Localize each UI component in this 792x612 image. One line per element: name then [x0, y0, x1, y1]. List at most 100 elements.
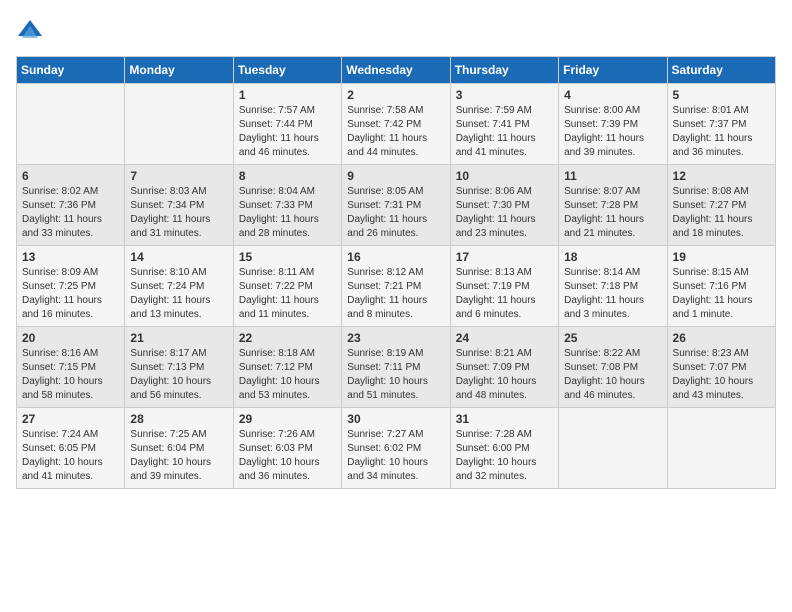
- day-number: 27: [22, 412, 119, 426]
- calendar-cell: 24 Sunrise: 8:21 AM Sunset: 7:09 PM Dayli…: [450, 327, 558, 408]
- day-number: 9: [347, 169, 444, 183]
- day-number: 7: [130, 169, 227, 183]
- day-number: 20: [22, 331, 119, 345]
- day-number: 10: [456, 169, 553, 183]
- day-info: Sunrise: 8:07 AM Sunset: 7:28 PM Dayligh…: [564, 185, 661, 241]
- day-info: Sunrise: 7:24 AM Sunset: 6:05 PM Dayligh…: [22, 428, 119, 484]
- calendar-cell: 30Sunrise: 7:27 AM Sunset: 6:02 PM Dayli…: [342, 408, 450, 489]
- calendar-cell: 6 Sunrise: 8:02 AM Sunset: 7:36 PM Daylig…: [17, 165, 125, 246]
- logo-icon: [16, 16, 44, 44]
- day-info: Sunrise: 8:18 AM Sunset: 7:12 PM Dayligh…: [239, 347, 336, 403]
- day-info: Sunrise: 8:00 AM Sunset: 7:39 PM Dayligh…: [564, 104, 661, 160]
- day-number: 19: [673, 250, 770, 264]
- day-number: 24: [456, 331, 553, 345]
- day-number: 2: [347, 88, 444, 102]
- day-number: 16: [347, 250, 444, 264]
- day-info: Sunrise: 8:05 AM Sunset: 7:31 PM Dayligh…: [347, 185, 444, 241]
- calendar-cell: 10 Sunrise: 8:06 AM Sunset: 7:30 PM Dayli…: [450, 165, 558, 246]
- day-number: 11: [564, 169, 661, 183]
- calendar-cell: 11 Sunrise: 8:07 AM Sunset: 7:28 PM Dayli…: [559, 165, 667, 246]
- calendar-cell: [559, 408, 667, 489]
- day-number: 29: [239, 412, 336, 426]
- day-info: Sunrise: 8:13 AM Sunset: 7:19 PM Dayligh…: [456, 266, 553, 322]
- calendar-cell: 12 Sunrise: 8:08 AM Sunset: 7:27 PM Dayli…: [667, 165, 775, 246]
- day-number: 13: [22, 250, 119, 264]
- calendar-day-header: Friday: [559, 57, 667, 84]
- day-number: 1: [239, 88, 336, 102]
- day-info: Sunrise: 8:22 AM Sunset: 7:08 PM Dayligh…: [564, 347, 661, 403]
- day-number: 8: [239, 169, 336, 183]
- day-number: 6: [22, 169, 119, 183]
- calendar-cell: 18 Sunrise: 8:14 AM Sunset: 7:18 PM Dayli…: [559, 246, 667, 327]
- day-info: Sunrise: 8:08 AM Sunset: 7:27 PM Dayligh…: [673, 185, 770, 241]
- calendar-cell: 4 Sunrise: 8:00 AM Sunset: 7:39 PM Daylig…: [559, 84, 667, 165]
- day-info: Sunrise: 8:21 AM Sunset: 7:09 PM Dayligh…: [456, 347, 553, 403]
- day-number: 14: [130, 250, 227, 264]
- calendar-cell: 7Sunrise: 8:03 AM Sunset: 7:34 PM Daylig…: [125, 165, 233, 246]
- calendar-cell: 13 Sunrise: 8:09 AM Sunset: 7:25 PM Dayli…: [17, 246, 125, 327]
- day-info: Sunrise: 8:06 AM Sunset: 7:30 PM Dayligh…: [456, 185, 553, 241]
- calendar-cell: [125, 84, 233, 165]
- day-info: Sunrise: 8:01 AM Sunset: 7:37 PM Dayligh…: [673, 104, 770, 160]
- calendar-cell: 9 Sunrise: 8:05 AM Sunset: 7:31 PM Daylig…: [342, 165, 450, 246]
- day-number: 31: [456, 412, 553, 426]
- calendar-cell: 26 Sunrise: 8:23 AM Sunset: 7:07 PM Dayli…: [667, 327, 775, 408]
- calendar-cell: 17 Sunrise: 8:13 AM Sunset: 7:19 PM Dayli…: [450, 246, 558, 327]
- calendar-cell: 27 Sunrise: 7:24 AM Sunset: 6:05 PM Dayli…: [17, 408, 125, 489]
- day-number: 15: [239, 250, 336, 264]
- calendar-day-header: Saturday: [667, 57, 775, 84]
- day-number: 28: [130, 412, 227, 426]
- calendar-cell: 23Sunrise: 8:19 AM Sunset: 7:11 PM Dayli…: [342, 327, 450, 408]
- day-info: Sunrise: 8:10 AM Sunset: 7:24 PM Dayligh…: [130, 266, 227, 322]
- day-info: Sunrise: 8:11 AM Sunset: 7:22 PM Dayligh…: [239, 266, 336, 322]
- day-number: 22: [239, 331, 336, 345]
- day-info: Sunrise: 8:15 AM Sunset: 7:16 PM Dayligh…: [673, 266, 770, 322]
- calendar-cell: 22 Sunrise: 8:18 AM Sunset: 7:12 PM Dayli…: [233, 327, 341, 408]
- day-number: 23: [347, 331, 444, 345]
- page-header: [16, 16, 776, 44]
- day-number: 26: [673, 331, 770, 345]
- day-number: 21: [130, 331, 227, 345]
- day-info: Sunrise: 8:23 AM Sunset: 7:07 PM Dayligh…: [673, 347, 770, 403]
- day-info: Sunrise: 8:09 AM Sunset: 7:25 PM Dayligh…: [22, 266, 119, 322]
- day-info: Sunrise: 8:02 AM Sunset: 7:36 PM Dayligh…: [22, 185, 119, 241]
- day-number: 17: [456, 250, 553, 264]
- calendar-cell: 8 Sunrise: 8:04 AM Sunset: 7:33 PM Daylig…: [233, 165, 341, 246]
- calendar-week-row: 13 Sunrise: 8:09 AM Sunset: 7:25 PM Dayli…: [17, 246, 776, 327]
- day-info: Sunrise: 8:17 AM Sunset: 7:13 PM Dayligh…: [130, 347, 227, 403]
- calendar-day-header: Sunday: [17, 57, 125, 84]
- calendar-cell: 29 Sunrise: 7:26 AM Sunset: 6:03 PM Dayli…: [233, 408, 341, 489]
- calendar-cell: [17, 84, 125, 165]
- day-info: Sunrise: 7:26 AM Sunset: 6:03 PM Dayligh…: [239, 428, 336, 484]
- calendar-cell: 19 Sunrise: 8:15 AM Sunset: 7:16 PM Dayli…: [667, 246, 775, 327]
- calendar-cell: 21 Sunrise: 8:17 AM Sunset: 7:13 PM Dayli…: [125, 327, 233, 408]
- day-number: 18: [564, 250, 661, 264]
- day-info: Sunrise: 7:58 AM Sunset: 7:42 PM Dayligh…: [347, 104, 444, 160]
- calendar-cell: 2 Sunrise: 7:58 AM Sunset: 7:42 PM Daylig…: [342, 84, 450, 165]
- calendar-week-row: 1 Sunrise: 7:57 AM Sunset: 7:44 PM Daylig…: [17, 84, 776, 165]
- calendar-cell: 3Sunrise: 7:59 AM Sunset: 7:41 PM Daylig…: [450, 84, 558, 165]
- calendar-week-row: 27 Sunrise: 7:24 AM Sunset: 6:05 PM Dayli…: [17, 408, 776, 489]
- calendar-cell: 20 Sunrise: 8:16 AM Sunset: 7:15 PM Dayli…: [17, 327, 125, 408]
- day-info: Sunrise: 8:16 AM Sunset: 7:15 PM Dayligh…: [22, 347, 119, 403]
- day-info: Sunrise: 8:14 AM Sunset: 7:18 PM Dayligh…: [564, 266, 661, 322]
- calendar-cell: 15 Sunrise: 8:11 AM Sunset: 7:22 PM Dayli…: [233, 246, 341, 327]
- day-info: Sunrise: 7:27 AM Sunset: 6:02 PM Dayligh…: [347, 428, 444, 484]
- calendar-cell: 1 Sunrise: 7:57 AM Sunset: 7:44 PM Daylig…: [233, 84, 341, 165]
- calendar-day-header: Tuesday: [233, 57, 341, 84]
- calendar-day-header: Wednesday: [342, 57, 450, 84]
- logo: [16, 16, 50, 44]
- day-number: 4: [564, 88, 661, 102]
- calendar-cell: 31 Sunrise: 7:28 AM Sunset: 6:00 PM Dayli…: [450, 408, 558, 489]
- day-info: Sunrise: 7:57 AM Sunset: 7:44 PM Dayligh…: [239, 104, 336, 160]
- day-number: 12: [673, 169, 770, 183]
- calendar-header-row: SundayMondayTuesdayWednesdayThursdayFrid…: [17, 57, 776, 84]
- calendar-cell: 5Sunrise: 8:01 AM Sunset: 7:37 PM Daylig…: [667, 84, 775, 165]
- calendar-cell: 16Sunrise: 8:12 AM Sunset: 7:21 PM Dayli…: [342, 246, 450, 327]
- calendar-day-header: Thursday: [450, 57, 558, 84]
- calendar-week-row: 20 Sunrise: 8:16 AM Sunset: 7:15 PM Dayli…: [17, 327, 776, 408]
- day-number: 3: [456, 88, 553, 102]
- day-info: Sunrise: 8:04 AM Sunset: 7:33 PM Dayligh…: [239, 185, 336, 241]
- day-info: Sunrise: 7:25 AM Sunset: 6:04 PM Dayligh…: [130, 428, 227, 484]
- day-info: Sunrise: 7:28 AM Sunset: 6:00 PM Dayligh…: [456, 428, 553, 484]
